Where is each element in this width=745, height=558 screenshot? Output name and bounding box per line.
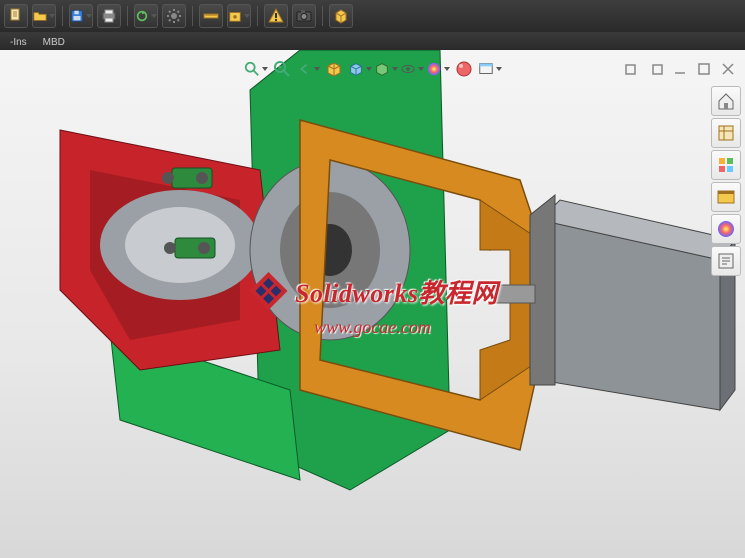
- tab-addins[interactable]: -Ins: [2, 35, 35, 50]
- options-button[interactable]: [162, 4, 186, 28]
- display-style-button[interactable]: [374, 57, 398, 81]
- box-button[interactable]: [329, 4, 353, 28]
- model-render: [0, 50, 745, 558]
- save-button[interactable]: [69, 4, 93, 28]
- window-minimize-button[interactable]: [671, 60, 689, 78]
- screenshot-button[interactable]: [292, 4, 316, 28]
- window-restore-left-button[interactable]: [623, 60, 641, 78]
- taskpane-file-explorer-button[interactable]: [711, 150, 741, 180]
- interference-button[interactable]: [264, 4, 288, 28]
- app-window: -Ins MBD: [0, 0, 745, 558]
- taskpane-home-button[interactable]: [711, 86, 741, 116]
- view-settings-button[interactable]: [478, 57, 502, 81]
- task-pane: [711, 86, 741, 276]
- view-toolbar: [0, 56, 745, 82]
- taskpane-custom-props-button[interactable]: [711, 246, 741, 276]
- graphics-viewport[interactable]: Solidworks教程网 www.gocae.com: [0, 50, 745, 558]
- mass-props-button[interactable]: [227, 4, 251, 28]
- taskpane-design-library-button[interactable]: [711, 118, 741, 148]
- section-view-button[interactable]: [322, 57, 346, 81]
- new-doc-button[interactable]: [4, 4, 28, 28]
- toolbar-separator: [127, 6, 128, 26]
- taskpane-appearances-button[interactable]: [711, 214, 741, 244]
- window-close-button[interactable]: [719, 60, 737, 78]
- edit-appearance-button[interactable]: [426, 57, 450, 81]
- toolbar-separator: [62, 6, 63, 26]
- toolbar-separator: [322, 6, 323, 26]
- main-toolbar: [0, 0, 745, 32]
- previous-view-button[interactable]: [296, 57, 320, 81]
- window-maximize-button[interactable]: [695, 60, 713, 78]
- toolbar-separator: [192, 6, 193, 26]
- taskpane-view-palette-button[interactable]: [711, 182, 741, 212]
- apply-scene-button[interactable]: [452, 57, 476, 81]
- toolbar-separator: [257, 6, 258, 26]
- print-button[interactable]: [97, 4, 121, 28]
- ribbon-tabs: -Ins MBD: [0, 32, 745, 50]
- rebuild-button[interactable]: [134, 4, 158, 28]
- hide-show-button[interactable]: [400, 57, 424, 81]
- zoom-area-button[interactable]: [270, 57, 294, 81]
- measure-button[interactable]: [199, 4, 223, 28]
- view-orientation-button[interactable]: [348, 57, 372, 81]
- open-doc-button[interactable]: [32, 4, 56, 28]
- zoom-fit-button[interactable]: [244, 57, 268, 81]
- tab-mbd[interactable]: MBD: [35, 35, 73, 50]
- window-restore-right-button[interactable]: [647, 60, 665, 78]
